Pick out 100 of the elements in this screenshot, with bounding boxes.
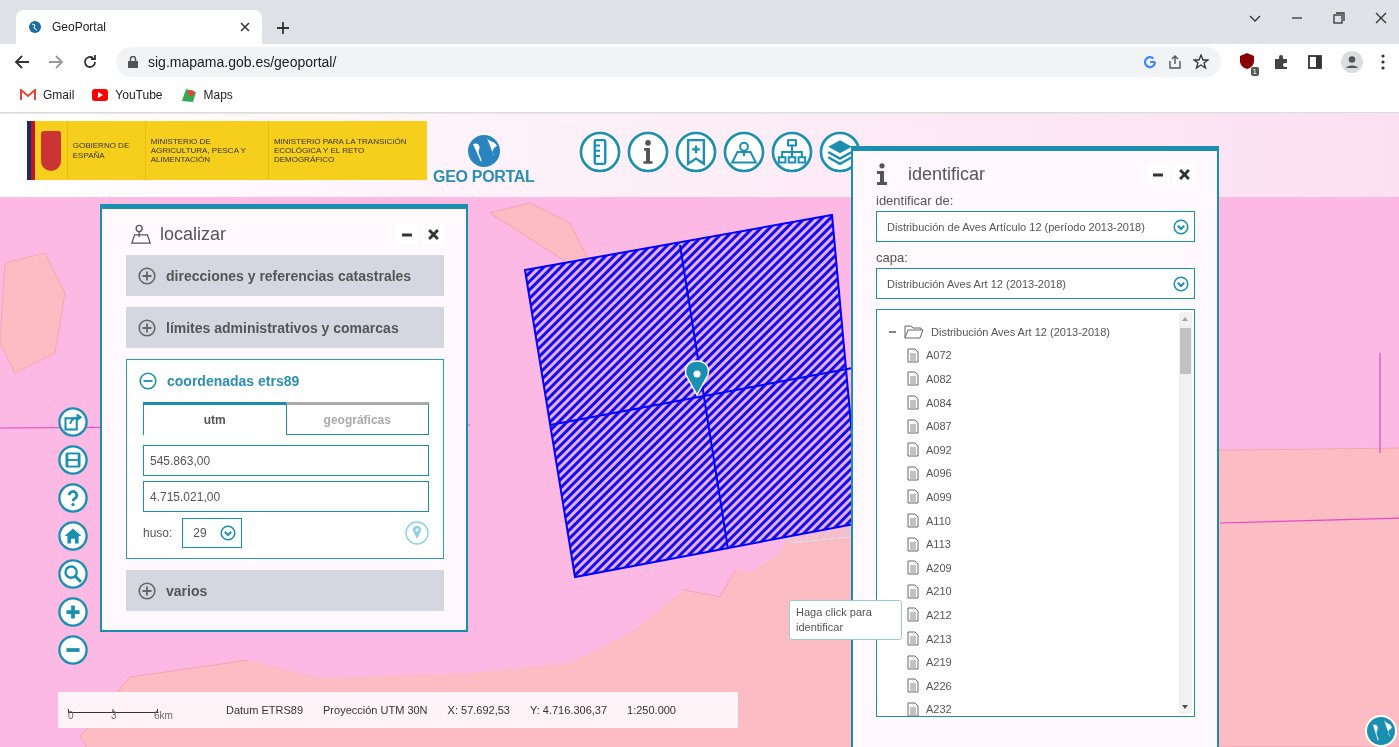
tree-item[interactable]: Distribución Aves Art 12 (2013-2018) <box>931 325 1110 338</box>
tree-item[interactable]: A096 <box>926 467 952 480</box>
tab[interactable]: utm <box>143 402 286 435</box>
expand-icon[interactable] <box>138 266 156 285</box>
status-text: Y: 4.716.306,37 <box>529 704 608 716</box>
tree-item[interactable]: A110 <box>926 514 951 527</box>
shield-icon[interactable] <box>1239 51 1255 70</box>
tree-item[interactable]: A219 <box>926 656 952 669</box>
status-text: 1:250.000 <box>627 704 676 716</box>
brand-name: GEO PORTAL <box>433 167 535 186</box>
scale-label: 6km <box>154 710 173 721</box>
tree-item[interactable]: A087 <box>926 420 952 433</box>
browser-tab[interactable]: GeoPortal <box>16 10 262 44</box>
document-icon <box>907 418 919 434</box>
input-field[interactable]: 4.715.021,00 <box>143 481 429 512</box>
restore-icon[interactable] <box>1333 12 1345 24</box>
info-icon <box>876 163 888 185</box>
bookmark-link[interactable]: Gmail <box>20 88 75 102</box>
status-text: Proyección UTM 30N <box>323 704 428 716</box>
map-pin-icon[interactable] <box>722 130 765 173</box>
side-panel-icon[interactable] <box>1307 54 1323 70</box>
status-text: Datum ETRS89 <box>226 704 304 716</box>
tree-item[interactable]: A099 <box>926 490 952 503</box>
collapse-icon[interactable] <box>139 372 157 390</box>
document-icon <box>907 513 919 529</box>
panel-title: localizar <box>160 223 228 245</box>
bookmark-icon[interactable] <box>674 130 717 173</box>
source-select[interactable]: Distribución de Aves Artículo 12 (período 2013-2018) <box>876 211 1195 242</box>
document-icon <box>907 631 919 646</box>
scale-label: 3 <box>111 710 117 721</box>
tree-item[interactable]: A084 <box>926 396 952 409</box>
avatar-icon[interactable] <box>1341 51 1363 73</box>
input-field[interactable]: 545.863,00 <box>143 445 429 476</box>
panel-title: identificar <box>908 163 987 185</box>
document-icon <box>907 678 919 694</box>
document-icon <box>907 371 919 387</box>
document-icon <box>907 583 919 599</box>
scrollbar-thumb[interactable] <box>1180 328 1191 374</box>
document-icon <box>907 607 919 623</box>
coat-of-arms-icon <box>41 130 61 171</box>
forward-icon[interactable] <box>48 54 64 70</box>
field-label: capa: <box>876 250 909 265</box>
tree-item[interactable]: A210 <box>926 585 952 598</box>
accordion-header[interactable]: límites administrativos y comarcas <box>126 307 444 348</box>
close-icon[interactable] <box>427 228 439 240</box>
zone-select[interactable]: 29 <box>182 518 243 548</box>
accordion-header[interactable]: direcciones y referencias catastrales <box>126 255 444 296</box>
tree-item[interactable]: A209 <box>926 561 952 574</box>
document-icon <box>907 465 919 481</box>
back-icon[interactable] <box>14 54 30 70</box>
bookmark-link[interactable]: YouTube <box>92 88 163 102</box>
globe-icon <box>28 20 42 34</box>
accordion-header[interactable]: varios <box>126 570 444 611</box>
accordion-header[interactable]: coordenadas etrs89 <box>167 373 300 389</box>
document-icon <box>907 442 919 458</box>
ministry-logo-text: MINISTERIO PARA LA TRANSICIÓN ECOLÓGICA Y EL RETO DEMOGRÁFICO <box>267 121 427 180</box>
hierarchy-icon[interactable] <box>770 130 813 173</box>
document-icon <box>907 347 919 363</box>
tooltip: Haga click para identificar <box>789 600 902 640</box>
tree-item[interactable]: A072 <box>926 349 952 362</box>
document-icon <box>907 654 919 670</box>
document-icon <box>907 536 919 552</box>
extension-badge: 1 <box>1250 66 1259 76</box>
tree-item[interactable]: A092 <box>926 443 952 456</box>
new-tab-icon[interactable] <box>276 21 290 35</box>
tree-item[interactable]: A232 <box>926 703 952 716</box>
tree-item[interactable]: A212 <box>926 608 952 621</box>
g-logo-icon[interactable] <box>1143 55 1157 69</box>
flag-stripe <box>27 121 36 180</box>
tree-item[interactable]: A226 <box>926 679 952 692</box>
share-icon[interactable] <box>1167 54 1183 70</box>
reload-icon[interactable] <box>82 54 98 70</box>
info-icon[interactable] <box>626 130 669 173</box>
globe-icon[interactable] <box>1365 715 1397 747</box>
close-icon[interactable] <box>240 22 250 32</box>
document-icon <box>907 489 919 505</box>
map-pin-icon <box>130 223 152 245</box>
tree-item[interactable]: A113 <box>926 538 951 551</box>
tree-item[interactable]: A213 <box>926 632 952 645</box>
ministry-logo-text: GOBIERNO DE ESPAÑA <box>66 121 145 180</box>
close-icon[interactable] <box>1178 168 1190 180</box>
menu-icon[interactable] <box>1381 54 1385 70</box>
document-icon <box>907 560 919 576</box>
layer-select[interactable]: Distribución Aves Art 12 (2013-2018) <box>876 268 1195 299</box>
close-icon[interactable] <box>1375 12 1387 24</box>
address-bar[interactable]: sig.mapama.gob.es/geoportal/ <box>116 47 1221 77</box>
ruler-icon[interactable] <box>578 130 621 173</box>
expand-icon[interactable] <box>138 318 156 337</box>
mail-icon <box>20 89 36 101</box>
puzzle-icon[interactable] <box>1273 54 1289 70</box>
scale-label: 0 <box>68 710 74 721</box>
status-text: X: 57.692,53 <box>447 704 510 716</box>
tree-item[interactable]: A082 <box>926 373 952 385</box>
folder-icon <box>904 324 924 340</box>
field-label: huso: <box>143 526 173 540</box>
lock-icon <box>128 56 138 68</box>
star-icon[interactable] <box>1193 54 1209 70</box>
expand-icon[interactable] <box>138 581 156 600</box>
bookmark-link[interactable]: Maps <box>180 87 233 103</box>
ministry-logo-text: MINISTERIO DE AGRICULTURA, PESCA Y ALIMENTACIÓN <box>144 121 268 180</box>
